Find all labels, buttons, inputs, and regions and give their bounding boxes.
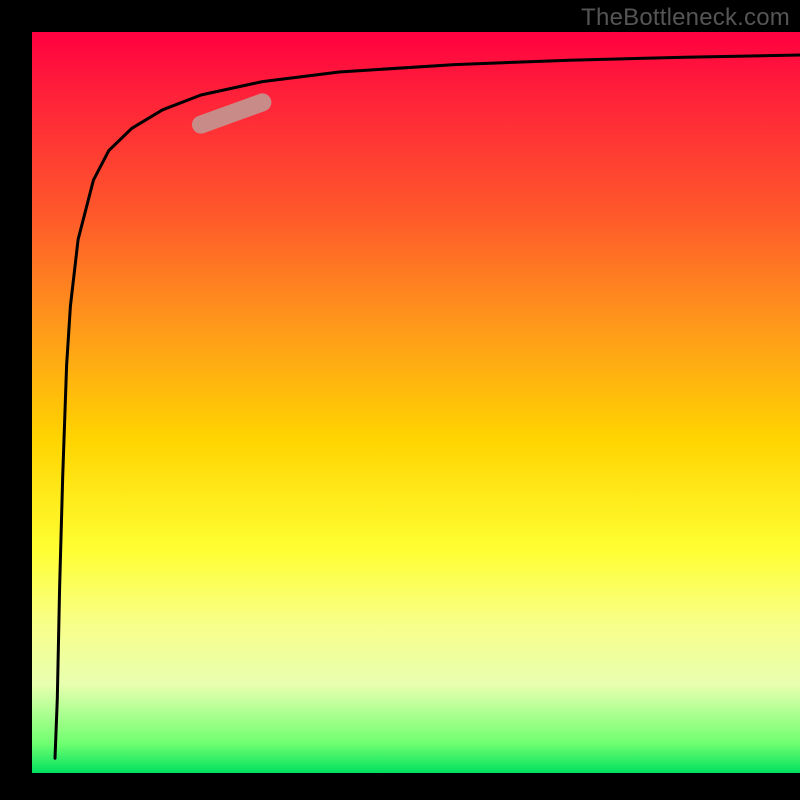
watermark-text: TheBottleneck.com — [581, 4, 790, 32]
plot-area — [32, 32, 800, 773]
chart-frame: TheBottleneck.com — [0, 0, 800, 800]
curve-layer — [32, 32, 800, 773]
bottleneck-curve — [55, 55, 800, 758]
highlight-pill — [201, 102, 262, 124]
